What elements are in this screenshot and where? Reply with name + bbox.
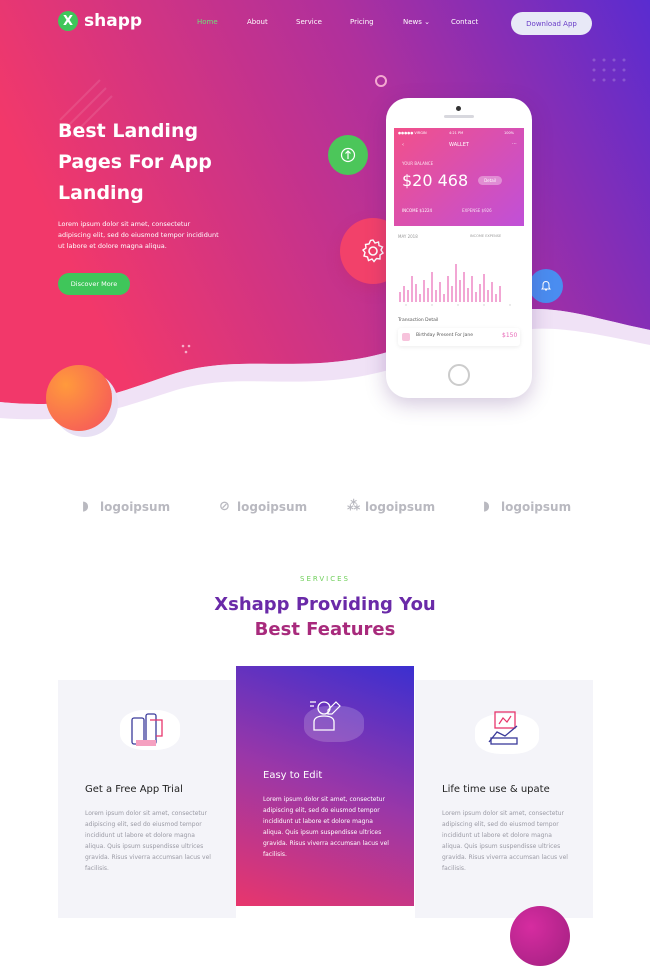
- partner-logo-text: logoipsum: [501, 500, 572, 514]
- hero-title-line: Pages For App: [58, 151, 212, 173]
- nav-home[interactable]: Home: [197, 18, 218, 26]
- brand-name: shapp: [84, 11, 143, 31]
- partner-logo: ⁂ logoipsum: [347, 499, 436, 515]
- feature-card-title: Get a Free App Trial: [85, 784, 183, 795]
- feature-card: Life time use & upate Lorem ipsum dolor …: [415, 680, 593, 918]
- section-title-line: Best Features: [254, 619, 396, 640]
- hero-title-line: Best Landing: [58, 120, 199, 142]
- partner-slash-circle-icon: ⊘: [219, 499, 230, 514]
- balance-detail-badge[interactable]: Detail: [478, 176, 502, 185]
- expense-value: EXPENSE $926: [462, 208, 492, 213]
- nav-news-label: News: [403, 18, 422, 26]
- wallet-bar-chart: [399, 264, 511, 306]
- partner-logo: ⊘ logoipsum: [219, 499, 308, 515]
- partner-logo-text: logoipsum: [237, 500, 308, 514]
- nav-service[interactable]: Service: [296, 18, 322, 26]
- gift-icon: [402, 333, 410, 341]
- transaction-row[interactable]: Birthday Present For Jane $150: [398, 328, 520, 346]
- decorative-orange-ball: [46, 365, 112, 431]
- bell-icon: [541, 280, 551, 291]
- feature-card-highlighted: Easy to Edit Lorem ipsum dolor sit amet,…: [236, 666, 414, 906]
- partner-dots-icon: ⁂: [347, 499, 361, 514]
- brand-logo[interactable]: X shapp: [58, 11, 142, 31]
- discover-more-button[interactable]: Discover More: [58, 273, 130, 295]
- section-title-line: Xshapp Providing You: [214, 594, 436, 615]
- speaker-grille: [444, 115, 474, 118]
- feature-card-title: Life time use & upate: [442, 784, 550, 795]
- home-button[interactable]: [448, 364, 470, 386]
- chevron-down-icon: ⌄: [424, 18, 431, 26]
- feature-card-text: Lorem ipsum dolor sit amet, consectetur …: [263, 796, 389, 858]
- section-eyebrow: SERVICES: [300, 575, 350, 583]
- feature-card: Get a Free App Trial Lorem ipsum dolor s…: [58, 680, 236, 918]
- hero-description: Lorem ipsum dolor sit amet, consectetur …: [58, 220, 219, 250]
- status-carrier: ●●●●● VIRGIN: [398, 131, 427, 135]
- balance-value: $20 468: [402, 171, 469, 190]
- chart-legend: INCOME EXPENSE: [470, 234, 502, 238]
- hero-title-line: Landing: [58, 182, 144, 204]
- status-battery: 100%: [504, 131, 515, 135]
- nav-about[interactable]: About: [247, 18, 268, 26]
- wallet-header: WALLET: [449, 142, 469, 148]
- download-app-button[interactable]: Download App: [511, 12, 592, 35]
- nav-news[interactable]: News ⌄: [403, 18, 430, 26]
- gear-icon: [361, 239, 384, 263]
- partner-logo-text: logoipsum: [100, 500, 171, 514]
- section-title: Xshapp Providing You Best Features: [0, 592, 650, 642]
- phone-screen: ●●●●● VIRGIN 4:21 PM 100% ‹ WALLET ⋯ YOU…: [394, 128, 524, 360]
- status-time: 4:21 PM: [449, 131, 464, 135]
- upload-badge: [328, 135, 368, 175]
- more-icon[interactable]: ⋯: [512, 141, 517, 147]
- analytics-icon: [488, 711, 518, 745]
- transaction-amount: $150: [502, 332, 518, 339]
- nav-contact[interactable]: Contact: [451, 18, 478, 26]
- partner-logo: ◗ logoipsum: [483, 499, 572, 515]
- partner-d-icon: ◗: [82, 499, 89, 514]
- transaction-name: Birthday Present For Jane: [416, 333, 473, 338]
- partner-logo-text: logoipsum: [365, 500, 436, 514]
- brand-mark-icon: X: [58, 11, 78, 31]
- income-value: INCOME $1224: [402, 208, 433, 213]
- notification-badge: [529, 269, 563, 303]
- edit-person-icon: [310, 701, 341, 731]
- transactions-label: Transaction Detail: [398, 318, 439, 323]
- feature-card-text: Lorem ipsum dolor sit amet, consectetur …: [442, 810, 568, 872]
- phone-mockup: ●●●●● VIRGIN 4:21 PM 100% ‹ WALLET ⋯ YOU…: [386, 98, 532, 398]
- nav-pricing[interactable]: Pricing: [350, 18, 374, 26]
- partner-d-icon: ◗: [483, 499, 490, 514]
- upload-icon: [340, 147, 356, 163]
- hero-title: Best Landing Pages For App Landing: [58, 116, 258, 209]
- feature-card-text: Lorem ipsum dolor sit amet, consectetur …: [85, 810, 211, 872]
- camera-dot: [456, 106, 461, 111]
- decorative-magenta-ball: [510, 906, 570, 966]
- partner-logo: ◗ logoipsum: [82, 499, 171, 515]
- chart-period: MAY 2018: [398, 234, 418, 239]
- feature-card-title: Easy to Edit: [263, 770, 323, 781]
- balance-label: YOUR BALANCE: [402, 161, 434, 166]
- app-trial-icon: [131, 713, 163, 746]
- wallet-card: ●●●●● VIRGIN 4:21 PM 100% ‹ WALLET ⋯ YOU…: [394, 128, 524, 226]
